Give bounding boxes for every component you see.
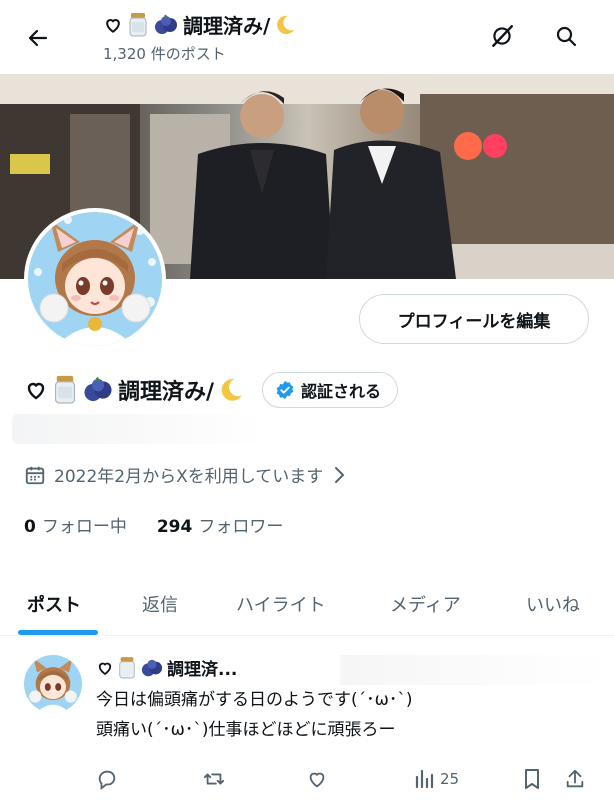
heart-icon: [98, 662, 112, 675]
grok-button[interactable]: [482, 16, 522, 56]
header-title-text: 調理済み/: [183, 14, 271, 38]
retweet-button[interactable]: [202, 763, 226, 795]
follow-stats: 0 フォロー中 294 フォロワー: [24, 512, 283, 537]
followers-label: フォロワー: [198, 517, 284, 537]
tweet-author[interactable]: 調理済...: [96, 655, 237, 680]
grok-icon: [492, 25, 513, 47]
blueberry-icon: [155, 13, 177, 34]
top-bar: 調理済み/ 1,320 件のポスト: [0, 0, 614, 74]
following-label: フォロー中: [41, 517, 127, 537]
moon-icon: [277, 15, 295, 34]
blueberry-icon: [84, 377, 112, 402]
active-tab-indicator: [18, 630, 98, 635]
joined-date[interactable]: 2022年2月からXを利用しています: [24, 462, 347, 487]
jar-icon: [129, 12, 147, 36]
profile-name-text: 調理済み/: [118, 380, 215, 405]
header-title: 調理済み/: [103, 10, 296, 39]
profile-name: 調理済み/: [24, 374, 244, 406]
tab-posts[interactable]: ポスト: [27, 572, 81, 636]
followers-count: 294: [156, 517, 193, 537]
views-count: 25: [440, 770, 460, 788]
search-button[interactable]: [546, 16, 586, 56]
jar-icon: [119, 656, 135, 678]
views-button[interactable]: 25: [414, 763, 459, 795]
heart-icon: [27, 382, 45, 400]
tweet-actions: 25: [0, 763, 614, 795]
views-icon: [415, 769, 434, 789]
edit-profile-button[interactable]: プロフィールを編集: [359, 294, 589, 344]
tweet-avatar-image: [24, 655, 82, 713]
tab-replies[interactable]: 返信: [142, 572, 178, 636]
jar-icon: [54, 375, 76, 404]
tweet-line-2: 頭痛い(´･ω･`)仕事ほどほどに頑張ろー: [96, 720, 396, 740]
like-icon: [309, 772, 325, 788]
profile-name-row: 調理済み/ 認証される: [24, 372, 399, 408]
tab-media[interactable]: メディア: [390, 572, 461, 636]
tweet-meta-obscured: [340, 655, 610, 685]
chevron-right-icon: [335, 466, 345, 483]
heart-icon: [106, 18, 120, 33]
get-verified-button[interactable]: 認証される: [262, 372, 399, 408]
tab-likes[interactable]: いいね: [526, 572, 580, 636]
back-button[interactable]: [18, 18, 58, 58]
following-count: 0: [24, 517, 36, 537]
tweet-line-1: 今日は偏頭痛がする日のようです(´･ω･`): [96, 690, 413, 710]
profile-tabs: ポスト 返信 ハイライト メディア いいね: [0, 572, 614, 636]
moon-icon: [221, 379, 242, 401]
share-icon: [566, 769, 584, 788]
followers-link[interactable]: 294 フォロワー: [157, 512, 284, 537]
tweet-text: 今日は偏頭痛がする日のようです(´･ω･`) 頭痛い(´･ω･`)仕事ほどほどに…: [96, 685, 413, 745]
tab-highlights[interactable]: ハイライト: [236, 572, 326, 636]
blueberry-icon: [141, 659, 163, 676]
verified-badge-icon: [276, 380, 294, 400]
like-button[interactable]: [306, 763, 328, 795]
bookmark-button[interactable]: [522, 763, 542, 795]
bookmark-icon: [525, 769, 539, 789]
header-title-block: 調理済み/ 1,320 件のポスト: [103, 10, 296, 64]
reply-icon: [98, 770, 116, 790]
tweet[interactable]: 調理済... 今日は偏頭痛がする日のようです(´･ω･`) 頭痛い(´･ω･`)…: [0, 637, 614, 800]
following-link[interactable]: 0 フォロー中: [24, 512, 127, 537]
handle-obscured: [12, 414, 264, 444]
calendar-icon: [25, 466, 45, 484]
search-icon: [556, 26, 577, 47]
post-count: 1,320 件のポスト: [103, 45, 226, 63]
retweet-icon: [203, 773, 225, 785]
share-button[interactable]: [564, 763, 586, 795]
tweet-avatar[interactable]: [24, 655, 82, 713]
reply-button[interactable]: [96, 763, 118, 795]
tweet-author-name: 調理済...: [167, 660, 238, 680]
back-arrow-icon: [28, 29, 48, 47]
get-verified-label: 認証される: [301, 382, 382, 401]
avatar-image: [28, 212, 162, 346]
profile-avatar[interactable]: [24, 208, 166, 350]
joined-text: 2022年2月からXを利用しています: [54, 467, 324, 487]
